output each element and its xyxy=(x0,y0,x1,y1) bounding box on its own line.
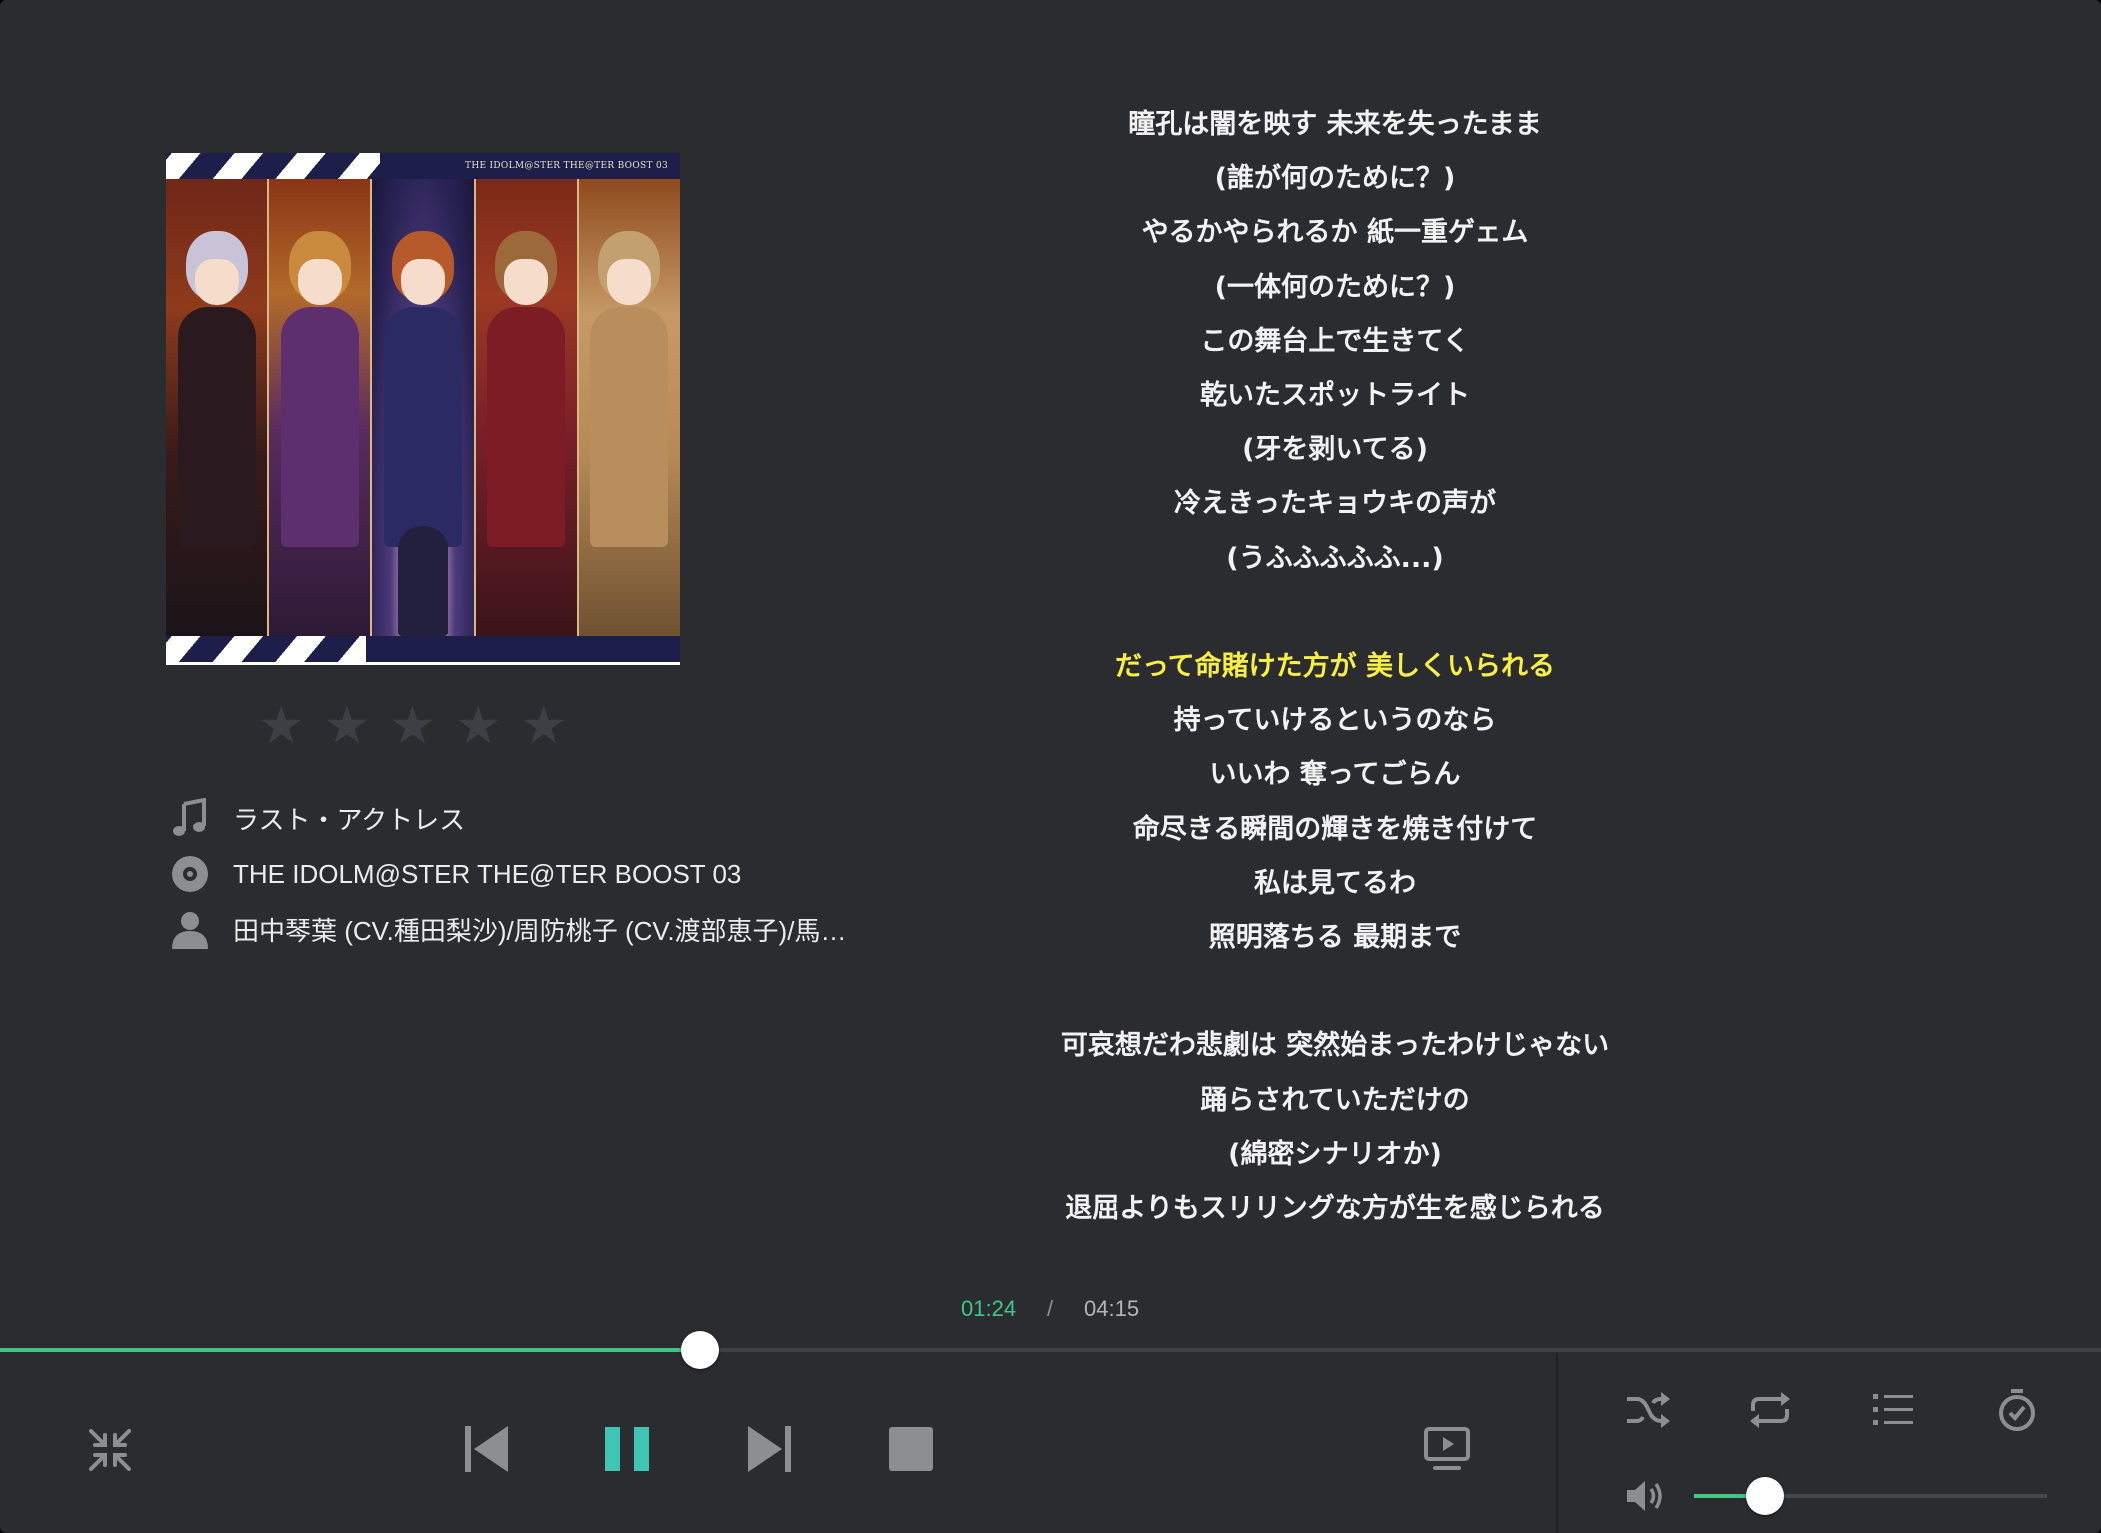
pause-icon[interactable] xyxy=(600,1421,654,1477)
lyrics-line: (うふふふふふ...) xyxy=(1226,542,1444,574)
lyrics-line: やるかやられるか 紙一重ゲェム xyxy=(1141,217,1529,249)
time-separator: / xyxy=(1047,1296,1054,1321)
rating-star-icon[interactable]: ★ xyxy=(389,700,436,752)
volume-knob[interactable] xyxy=(1745,1477,1784,1515)
album-art-panel xyxy=(578,179,680,636)
progress-bar[interactable] xyxy=(0,1331,2101,1369)
repeat-icon[interactable] xyxy=(1746,1386,1794,1434)
lyrics-line-current: だって命賭けた方が 美しくいられる xyxy=(1114,651,1556,682)
lyrics-line: 持っていけるというのなら xyxy=(1173,705,1497,737)
rating-star-icon[interactable]: ★ xyxy=(324,700,371,752)
album-art-panel xyxy=(166,179,270,636)
artist-row: 田中琴葉 (CV.種田梨沙)/周防桃子 (CV.渡部恵子)/馬… xyxy=(168,907,888,951)
rating-star-icon[interactable]: ★ xyxy=(521,700,568,752)
lyrics-line: 乾いたスポットライト xyxy=(1200,380,1470,411)
skip-next-icon[interactable] xyxy=(744,1422,796,1476)
lyrics-line: 照明落ちる 最期まで xyxy=(1208,922,1462,953)
playlist-icon[interactable] xyxy=(1870,1388,1916,1432)
artist-name: 田中琴葉 (CV.種田梨沙)/周防桃子 (CV.渡部恵子)/馬… xyxy=(233,915,847,946)
album-art-top-stripe: THE IDOLM@STER THE@TER BOOST 03 xyxy=(166,153,680,179)
control-divider xyxy=(1556,1354,1558,1533)
album-art-panel xyxy=(269,179,373,636)
track-title-row: ラスト・アクトレス xyxy=(168,796,888,840)
lyrics-line: 命尽きる瞬間の輝きを焼き付けて xyxy=(1132,813,1538,845)
progress-fill xyxy=(0,1348,700,1352)
rating-star-icon[interactable]: ★ xyxy=(258,700,305,752)
lyrics-line: (誰が何のために？) xyxy=(1214,163,1456,195)
rating-star-icon[interactable]: ★ xyxy=(455,700,502,752)
progress-knob[interactable] xyxy=(680,1331,719,1369)
timer-icon[interactable] xyxy=(1994,1386,2040,1434)
music-note-icon xyxy=(168,796,212,840)
volume-icon[interactable] xyxy=(1624,1474,1672,1518)
lyrics-line: 私は見てるわ xyxy=(1254,867,1416,899)
lyrics-clipped-line: ・・・・・・・ xyxy=(940,1236,1730,1250)
disc-icon xyxy=(168,852,212,896)
album-art-caption: THE IDOLM@STER THE@TER BOOST 03 xyxy=(465,161,668,171)
lyrics-line: 瞳孔は闇を映す 未来を失ったまま xyxy=(1128,109,1542,140)
lyrics-line: 可哀想だわ悲劇は 突然始まったわけじゃない xyxy=(1060,1030,1610,1062)
album-art-panels xyxy=(166,179,680,636)
music-player-window: THE IDOLM@STER THE@TER BOOST 03 ★ ★ ★ ★ … xyxy=(0,0,2101,1533)
track-title: ラスト・アクトレス xyxy=(233,804,466,835)
star-rating[interactable]: ★ ★ ★ ★ ★ xyxy=(258,700,567,752)
skip-previous-icon[interactable] xyxy=(460,1422,512,1476)
lyrics-line: 踊らされていただけの xyxy=(1200,1084,1470,1116)
collapse-icon[interactable] xyxy=(84,1424,136,1476)
album-row: THE IDOLM@STER THE@TER BOOST 03 xyxy=(168,852,888,896)
lyrics-line: 退屈よりもスリリングな方が生を感じられる xyxy=(1065,1193,1605,1224)
lyrics-line: 冷えきったキョウキの声が xyxy=(1173,488,1497,520)
album-art-panel xyxy=(475,179,579,636)
album-art-bottom-stripe xyxy=(166,636,680,662)
lyrics-clipped-line: ・・・・・・・ xyxy=(940,56,1730,69)
shuffle-icon[interactable] xyxy=(1624,1386,1672,1434)
lyrics-line: (綿密シナリオか) xyxy=(1228,1138,1442,1170)
lyrics-line: (一体何のために？) xyxy=(1214,271,1456,303)
stop-icon[interactable] xyxy=(888,1426,934,1472)
lyrics-line: この舞台上で生きてく xyxy=(1200,325,1470,357)
album-art-panel xyxy=(372,179,476,636)
lyrics-panel[interactable]: ・・・・・・・ 瞳孔は闇を映す 未来を失ったまま (誰が何のために？) やるかやられ… xyxy=(940,56,1730,1250)
album-art: THE IDOLM@STER THE@TER BOOST 03 xyxy=(166,153,680,665)
volume-slider[interactable] xyxy=(1694,1477,2047,1515)
display-icon[interactable] xyxy=(1422,1424,1472,1474)
person-icon xyxy=(168,907,212,951)
current-time: 01:24 xyxy=(961,1296,1017,1321)
album-name: THE IDOLM@STER THE@TER BOOST 03 xyxy=(233,858,742,889)
lyrics-line: (牙を剥いてる) xyxy=(1242,434,1428,466)
lyrics-line: いいわ 奪ってごらん xyxy=(1209,759,1461,791)
total-time: 04:15 xyxy=(1084,1296,1140,1321)
